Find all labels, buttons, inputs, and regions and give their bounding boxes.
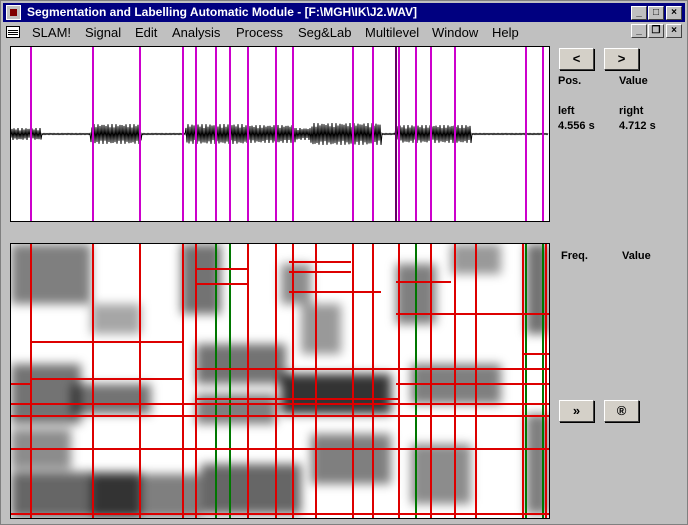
spectral-energy — [311, 434, 391, 484]
waveform-plot[interactable] — [11, 47, 549, 221]
freq-label: Freq. — [561, 250, 588, 262]
waveform-panel[interactable] — [10, 46, 550, 222]
child-close-button[interactable]: × — [666, 24, 682, 38]
left-label: left — [558, 105, 575, 117]
waveform-trace — [11, 122, 549, 146]
menu-edit[interactable]: Edit — [135, 25, 157, 40]
menu-seglab[interactable]: Seg&Lab — [298, 25, 352, 40]
pos-label: Pos. — [558, 75, 582, 87]
app-icon — [6, 5, 21, 20]
minimize-button[interactable]: _ — [631, 6, 647, 20]
spectral-energy — [11, 244, 91, 304]
spectrogram-plot[interactable] — [11, 244, 549, 518]
spectral-energy — [91, 304, 141, 334]
spectral-energy — [281, 374, 391, 414]
spectral-energy — [301, 304, 341, 354]
menu-bar: SLAM! Signal Edit Analysis Process Seg&L… — [3, 23, 685, 42]
spec-value-label: Value — [622, 250, 651, 262]
app-window: Segmentation and Labelling Automatic Mod… — [0, 0, 688, 525]
menu-window[interactable]: Window — [432, 25, 478, 40]
document-icon[interactable] — [6, 26, 20, 38]
value-label: Value — [619, 75, 648, 87]
menu-analysis[interactable]: Analysis — [172, 25, 220, 40]
menu-help[interactable]: Help — [492, 25, 519, 40]
menu-multilevel[interactable]: Multilevel — [365, 25, 419, 40]
spectrogram-intensity — [11, 244, 549, 518]
menu-signal[interactable]: Signal — [85, 25, 121, 40]
left-time-value: 4.556 s — [558, 120, 595, 132]
spectral-energy — [281, 264, 311, 304]
child-minimize-button[interactable]: _ — [631, 24, 647, 38]
right-label: right — [619, 105, 644, 117]
registered-button[interactable]: ® — [604, 400, 639, 422]
title-bar: Segmentation and Labelling Automatic Mod… — [3, 3, 685, 22]
spectral-energy — [196, 344, 286, 384]
spectral-energy — [411, 444, 471, 504]
prev-segment-button[interactable]: < — [559, 48, 594, 70]
spectrogram-panel[interactable] — [10, 243, 550, 519]
forward-button[interactable]: » — [559, 400, 594, 422]
menu-process[interactable]: Process — [236, 25, 283, 40]
child-restore-button[interactable]: ❐ — [648, 24, 664, 38]
next-segment-button[interactable]: > — [604, 48, 639, 70]
window-title: Segmentation and Labelling Automatic Mod… — [27, 5, 418, 19]
menu-slam[interactable]: SLAM! — [32, 25, 71, 40]
maximize-button[interactable]: □ — [648, 6, 664, 20]
right-time-value: 4.712 s — [619, 120, 656, 132]
close-button[interactable]: × — [666, 6, 682, 20]
spectral-energy — [91, 474, 201, 518]
